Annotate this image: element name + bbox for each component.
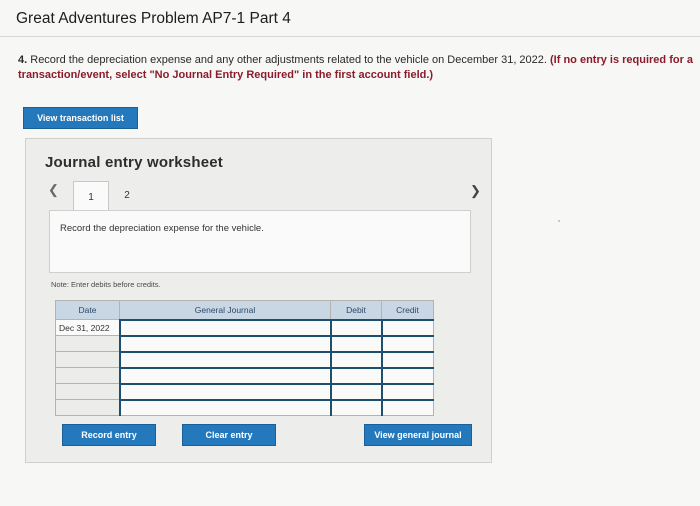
table-row [55, 350, 434, 368]
credit-input[interactable] [380, 350, 434, 368]
column-header-credit: Credit [381, 300, 434, 320]
question-number: 4. [18, 54, 28, 66]
chevron-left-icon[interactable]: ❮ [48, 182, 59, 198]
table-row [55, 398, 434, 416]
entry-description: Record the depreciation expense for the … [60, 223, 264, 234]
entry-note: Note: Enter debits before credits. [51, 280, 161, 289]
date-cell: Dec 31, 2022 [55, 319, 120, 336]
date-cell [55, 351, 120, 368]
decorative-dot [558, 220, 560, 222]
view-transaction-list-button[interactable]: View transaction list [23, 107, 138, 129]
tab-2[interactable]: 2 [114, 181, 140, 209]
account-input[interactable] [118, 350, 331, 368]
credit-input[interactable] [380, 318, 434, 336]
title-divider [0, 36, 700, 37]
table-row: Dec 31, 2022 [55, 318, 434, 336]
column-header-date: Date [55, 300, 120, 320]
table-row [55, 366, 434, 384]
column-header-general-journal: General Journal [119, 300, 331, 320]
credit-input[interactable] [380, 398, 434, 416]
debit-input[interactable] [329, 318, 382, 336]
account-input[interactable] [118, 382, 331, 400]
entry-description-box: Record the depreciation expense for the … [49, 210, 471, 273]
date-cell [55, 399, 120, 416]
journal-entry-worksheet: Journal entry worksheet ❮ 1 2 ❯ Record t… [25, 138, 492, 463]
date-cell [55, 335, 120, 352]
debit-input[interactable] [329, 382, 382, 400]
credit-input[interactable] [380, 334, 434, 352]
account-input[interactable] [118, 334, 331, 352]
debit-input[interactable] [329, 398, 382, 416]
column-header-debit: Debit [330, 300, 382, 320]
credit-input[interactable] [380, 366, 434, 384]
question-text: 4. Record the depreciation expense and a… [18, 53, 696, 83]
page-title: Great Adventures Problem AP7-1 Part 4 [16, 10, 291, 27]
debit-input[interactable] [329, 366, 382, 384]
question-body: Record the depreciation expense and any … [27, 54, 551, 66]
account-input[interactable] [118, 398, 331, 416]
table-row [55, 382, 434, 400]
worksheet-title: Journal entry worksheet [45, 154, 223, 171]
view-general-journal-button[interactable]: View general journal [364, 424, 472, 446]
account-input[interactable] [118, 318, 331, 336]
date-cell [55, 367, 120, 384]
clear-entry-button[interactable]: Clear entry [182, 424, 276, 446]
credit-input[interactable] [380, 382, 434, 400]
record-entry-button[interactable]: Record entry [62, 424, 156, 446]
tab-1[interactable]: 1 [73, 181, 109, 212]
account-input[interactable] [118, 366, 331, 384]
table-row [55, 334, 434, 352]
journal-table: Date General Journal Debit Credit Dec 31… [55, 300, 434, 416]
debit-input[interactable] [329, 334, 382, 352]
debit-input[interactable] [329, 350, 382, 368]
date-cell [55, 383, 120, 400]
chevron-right-icon[interactable]: ❯ [470, 183, 481, 199]
